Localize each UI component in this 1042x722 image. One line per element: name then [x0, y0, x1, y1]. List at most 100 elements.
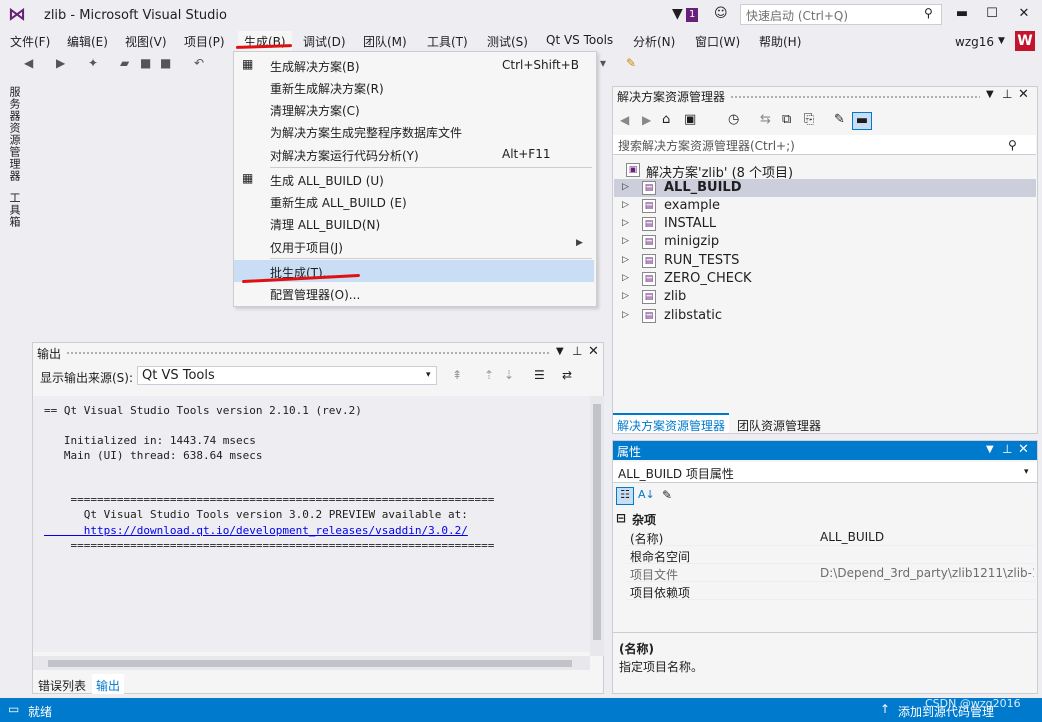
close-button[interactable]: ✕ [1012, 6, 1036, 21]
menu-test[interactable]: 测试(S) [487, 31, 528, 52]
property-pages-wrench-icon[interactable]: ✎ [662, 488, 672, 502]
expand-arrow-icon[interactable]: ▷ [622, 182, 629, 192]
scrollbar-thumb[interactable] [48, 660, 572, 667]
menu-edit[interactable]: 编辑(E) [67, 31, 108, 52]
property-value[interactable]: ALL_BUILD [820, 530, 1034, 544]
tree-item-run-tests[interactable]: ▷ ▤ RUN_TESTS [614, 252, 1036, 270]
expand-arrow-icon[interactable]: ▷ [622, 310, 629, 320]
menu-item-build-all-build[interactable]: ▦ 生成 ALL_BUILD (U) [234, 168, 594, 190]
tree-item-example[interactable]: ▷ ▤ example [614, 197, 1036, 215]
arrow-up-icon[interactable]: ↑ [880, 702, 890, 716]
preview-selected-icon[interactable]: ▬ [852, 112, 872, 130]
tree-item-zlib[interactable]: ▷ ▤ zlib [614, 288, 1036, 306]
undo-icon[interactable]: ↶ [194, 56, 204, 70]
filter-icon[interactable]: ▼ [672, 6, 683, 22]
tab-team-explorer[interactable]: 团队资源管理器 [733, 415, 825, 436]
next-message-icon[interactable]: ⇣ [504, 368, 514, 382]
property-value[interactable]: D:\Depend_3rd_party\zlib1211\zlib-1 [820, 566, 1034, 580]
user-name[interactable]: wzg16 [955, 35, 994, 49]
quick-launch-input[interactable]: 快速启动 (Ctrl+Q) [740, 4, 942, 25]
back-icon[interactable]: ◀ [620, 113, 629, 127]
chevron-down-icon[interactable]: ▼ [556, 346, 564, 357]
server-explorer-tab[interactable]: 服务器资源管理器 [6, 86, 22, 182]
solution-node[interactable]: ▣ 解决方案'zlib' (8 个项目) [614, 161, 1036, 181]
property-row-dependencies[interactable]: 项目依赖项 [626, 582, 1036, 600]
chevron-down-icon[interactable]: ▾ [600, 56, 606, 70]
feedback-icon[interactable]: ☺ [714, 6, 728, 21]
menu-analyze[interactable]: 分析(N) [633, 31, 675, 52]
find-message-icon[interactable]: ⇞ [452, 368, 462, 382]
search-icon[interactable]: ⚲ [1008, 138, 1017, 152]
forward-icon[interactable]: ▶ [642, 113, 651, 127]
menu-item-project-only[interactable]: 仅用于项目(J) ▶ [234, 235, 594, 257]
save-icon[interactable]: ■ [140, 56, 151, 70]
menu-debug[interactable]: 调试(D) [303, 31, 346, 52]
expand-arrow-icon[interactable]: ▷ [622, 218, 629, 228]
menu-build[interactable]: 生成(B) [238, 31, 292, 52]
expand-arrow-icon[interactable]: ▷ [622, 273, 629, 283]
menu-tools[interactable]: 工具(T) [427, 31, 468, 52]
menu-item-rebuild-solution[interactable]: 重新生成解决方案(R) [234, 76, 594, 98]
tree-item-zlibstatic[interactable]: ▷ ▤ zlibstatic [614, 307, 1036, 325]
chevron-down-icon[interactable]: ▼ [998, 36, 1005, 46]
tree-item-zero-check[interactable]: ▷ ▤ ZERO_CHECK [614, 270, 1036, 288]
collapse-all-icon[interactable]: ⧉ [782, 112, 791, 127]
pin-icon[interactable]: ⊥ [572, 344, 582, 358]
maximize-button[interactable]: ☐ [980, 6, 1004, 21]
properties-wrench-icon[interactable]: ✎ [834, 112, 845, 127]
chevron-down-icon[interactable]: ▼ [986, 89, 994, 100]
menu-item-configuration-manager[interactable]: 配置管理器(O)... [234, 282, 594, 304]
expand-arrow-icon[interactable]: ▷ [622, 255, 629, 265]
panel-grip[interactable] [66, 351, 550, 356]
panel-grip[interactable] [730, 95, 980, 100]
chevron-down-icon[interactable]: ▾ [426, 370, 431, 380]
open-file-icon[interactable]: ▰ [120, 56, 129, 70]
expand-arrow-icon[interactable]: ▷ [622, 291, 629, 301]
menu-view[interactable]: 视图(V) [125, 31, 167, 52]
close-icon[interactable]: ✕ [1018, 87, 1029, 102]
tab-output[interactable]: 输出 [92, 674, 125, 694]
chevron-down-icon[interactable]: ▼ [986, 444, 994, 455]
menu-item-generate-pdb[interactable]: 为解决方案生成完整程序数据库文件 [234, 120, 594, 142]
expand-arrow-icon[interactable]: ▷ [622, 236, 629, 246]
tab-solution-explorer[interactable]: 解决方案资源管理器 [613, 413, 729, 433]
save-all-icon[interactable]: ■ [160, 56, 171, 70]
category-collapse-icon[interactable]: ⊟ [616, 511, 626, 525]
pin-icon[interactable]: ⊥ [1002, 442, 1012, 456]
tree-item-all-build[interactable]: ▷ ▤ ALL_BUILD [614, 179, 1036, 197]
clear-all-icon[interactable]: ☰ [534, 368, 545, 382]
menu-file[interactable]: 文件(F) [10, 31, 50, 52]
menu-help[interactable]: 帮助(H) [759, 31, 801, 52]
history-icon[interactable]: ◷ [728, 112, 739, 127]
attach-icon[interactable]: ✎ [626, 56, 636, 70]
close-icon[interactable]: ✕ [588, 344, 599, 359]
back-icon[interactable]: ◀ [24, 56, 33, 70]
menu-project[interactable]: 项目(P) [184, 31, 225, 52]
expand-arrow-icon[interactable]: ▷ [622, 200, 629, 210]
sync-icon[interactable]: ⇆ [760, 112, 771, 127]
menu-item-clean-all-build[interactable]: 清理 ALL_BUILD(N) [234, 212, 594, 234]
menu-item-clean-solution[interactable]: 清理解决方案(C) [234, 98, 594, 120]
menu-item-build-solution[interactable]: ▦ 生成解决方案(B) Ctrl+Shift+B [234, 54, 594, 76]
menu-item-rebuild-all-build[interactable]: 重新生成 ALL_BUILD (E) [234, 190, 594, 212]
categorized-icon[interactable]: ☷ [616, 487, 634, 505]
pin-icon[interactable]: ⊥ [1002, 87, 1012, 101]
word-wrap-icon[interactable]: ⇄ [562, 368, 572, 382]
tree-item-minigzip[interactable]: ▷ ▤ minigzip [614, 233, 1036, 251]
notification-badge[interactable]: 1 [686, 8, 699, 22]
tab-error-list[interactable]: 错误列表 [34, 674, 90, 694]
search-icon[interactable]: ⚲ [924, 6, 933, 20]
property-row-root-namespace[interactable]: 根命名空间 [626, 546, 1036, 564]
output-source-select[interactable]: Qt VS Tools [137, 366, 437, 385]
close-icon[interactable]: ✕ [1018, 442, 1029, 457]
tree-item-install[interactable]: ▷ ▤ INSTALL [614, 215, 1036, 233]
solution-search-input[interactable]: 搜索解决方案资源管理器(Ctrl+;) [613, 135, 1036, 155]
menu-window[interactable]: 窗口(W) [695, 31, 740, 52]
home-icon[interactable]: ⌂ [662, 112, 670, 127]
alphabetical-icon[interactable]: A↓ [638, 488, 655, 501]
user-avatar[interactable]: W [1015, 31, 1035, 51]
output-link[interactable]: https://download.qt.io/development_relea… [44, 524, 468, 537]
property-row-name[interactable]: (名称) ALL_BUILD [626, 528, 1036, 546]
forward-icon[interactable]: ▶ [56, 56, 65, 70]
chevron-down-icon[interactable]: ▾ [1024, 467, 1029, 477]
